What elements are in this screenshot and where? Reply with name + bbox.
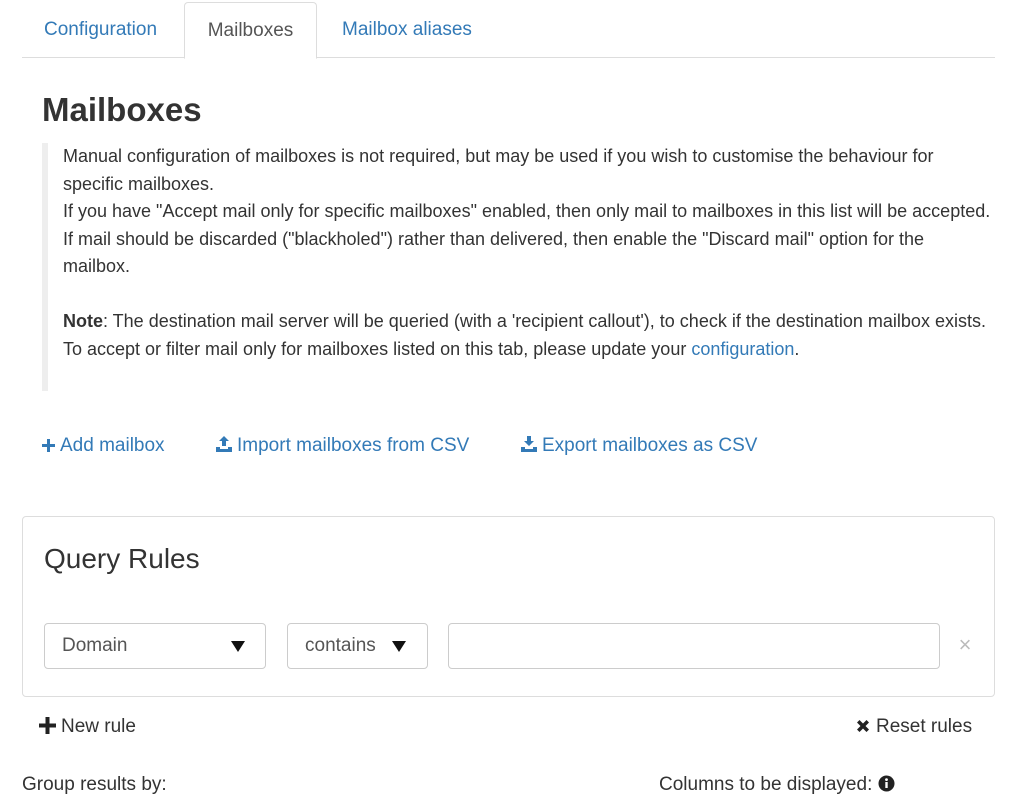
tab-mailboxes[interactable]: Mailboxes <box>184 2 317 59</box>
plus-icon <box>41 434 56 462</box>
nav-tabs: Configuration Mailboxes Mailbox aliases <box>22 0 995 59</box>
export-mailboxes-link[interactable]: Export mailboxes as CSV <box>520 432 757 462</box>
note-text: : The destination mail server will be qu… <box>63 311 986 359</box>
import-mailboxes-label: Import mailboxes from CSV <box>237 435 470 456</box>
add-mailbox-label: Add mailbox <box>60 435 165 456</box>
note-label: Note <box>63 311 103 331</box>
page-title: Mailboxes <box>42 91 202 128</box>
group-results-label: Group results by: <box>22 774 167 795</box>
import-mailboxes-link[interactable]: Import mailboxes from CSV <box>215 432 469 462</box>
tab-mailbox-aliases[interactable]: Mailbox aliases <box>320 2 494 58</box>
columns-displayed-text: Columns to be displayed: <box>659 774 873 795</box>
rule-field-select[interactable]: Domain <box>44 623 266 669</box>
rule-operator-value: contains <box>305 635 376 656</box>
new-rule-button[interactable]: New rule <box>39 713 136 741</box>
plus-icon <box>39 715 56 743</box>
info-intro: Manual configuration of mailboxes is not… <box>63 146 934 194</box>
reset-rules-label: Reset rules <box>876 716 973 737</box>
note-end: . <box>794 338 800 359</box>
info-note: Note: The destination mail server will b… <box>63 308 992 363</box>
rule-field-value: Domain <box>62 635 128 656</box>
caret-down-icon <box>231 641 245 652</box>
export-mailboxes-label: Export mailboxes as CSV <box>542 435 758 456</box>
info-blockquote: Manual configuration of mailboxes is not… <box>42 143 992 391</box>
new-rule-label: New rule <box>61 716 136 737</box>
remove-rule-icon[interactable]: × <box>956 631 974 659</box>
tab-configuration[interactable]: Configuration <box>22 2 179 58</box>
add-mailbox-link[interactable]: Add mailbox <box>41 432 165 462</box>
columns-displayed-label: Columns to be displayed: <box>659 771 895 801</box>
caret-down-icon <box>392 641 406 652</box>
configuration-link[interactable]: configuration <box>691 339 794 359</box>
query-rules-panel: Query Rules Domain contains × <box>22 516 995 697</box>
query-rules-title: Query Rules <box>44 543 200 574</box>
info-circle-icon[interactable] <box>878 773 895 801</box>
times-icon <box>855 715 871 743</box>
reset-rules-button[interactable]: Reset rules <box>855 713 972 741</box>
rule-operator-select[interactable]: contains <box>287 623 428 669</box>
download-icon <box>520 434 538 462</box>
rule-value-input[interactable] <box>448 623 940 669</box>
upload-icon <box>215 434 233 462</box>
info-accept-only: If you have "Accept mail only for specif… <box>63 201 991 276</box>
